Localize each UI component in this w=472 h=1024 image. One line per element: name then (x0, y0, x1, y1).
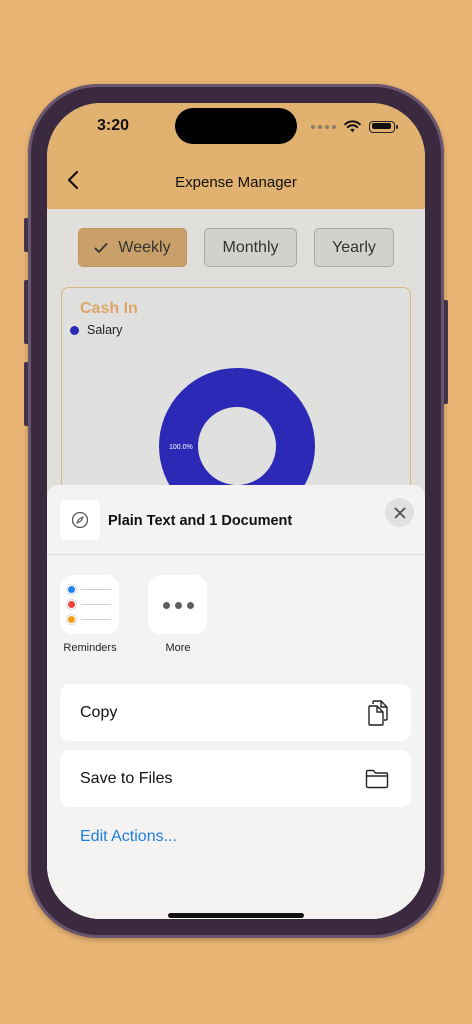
share-app-reminders[interactable]: Reminders (60, 575, 120, 654)
close-button[interactable] (385, 498, 414, 527)
tab-yearly-label: Yearly (332, 238, 376, 256)
dynamic-island (175, 108, 297, 144)
close-icon (394, 507, 405, 518)
cellular-signal-icon (311, 124, 336, 129)
share-sheet-header: Plain Text and 1 Document (47, 485, 425, 555)
status-icons (311, 120, 398, 133)
tab-yearly[interactable]: Yearly (314, 228, 394, 267)
save-to-files-action[interactable]: Save to Files (60, 750, 411, 807)
checkmark-icon (95, 242, 108, 253)
home-indicator (168, 913, 304, 918)
tab-weekly-label: Weekly (118, 238, 171, 256)
edit-actions-link[interactable]: Edit Actions... (80, 828, 177, 846)
folder-icon (365, 769, 389, 789)
app-header: 3:20 Expense Manager (47, 103, 425, 209)
phone-screen: 3:20 Expense Manager Weekly Monthly Year… (47, 103, 425, 919)
copy-action-label: Copy (80, 704, 118, 721)
share-sheet-title: Plain Text and 1 Document (108, 513, 293, 529)
save-to-files-label: Save to Files (80, 770, 173, 787)
share-app-more[interactable]: More (148, 575, 208, 654)
compass-icon (71, 511, 89, 529)
nav-title: Expense Manager (175, 174, 297, 191)
copy-action[interactable]: Copy (60, 684, 411, 741)
status-time: 3:20 (97, 117, 130, 134)
share-app-label: More (165, 642, 191, 654)
copy-icon (368, 700, 388, 726)
share-app-label: Reminders (63, 642, 117, 654)
document-thumbnail (60, 500, 100, 540)
share-sheet: Plain Text and 1 Document Reminders More… (47, 485, 425, 919)
battery-icon (369, 120, 398, 133)
wifi-icon (344, 120, 361, 133)
more-icon (148, 575, 207, 634)
donut-slice-data-label: 100.0% (169, 444, 193, 451)
tab-monthly-label: Monthly (222, 238, 279, 256)
reminders-icon (60, 575, 119, 634)
tab-monthly[interactable]: Monthly (204, 228, 297, 267)
tab-weekly[interactable]: Weekly (78, 228, 187, 267)
